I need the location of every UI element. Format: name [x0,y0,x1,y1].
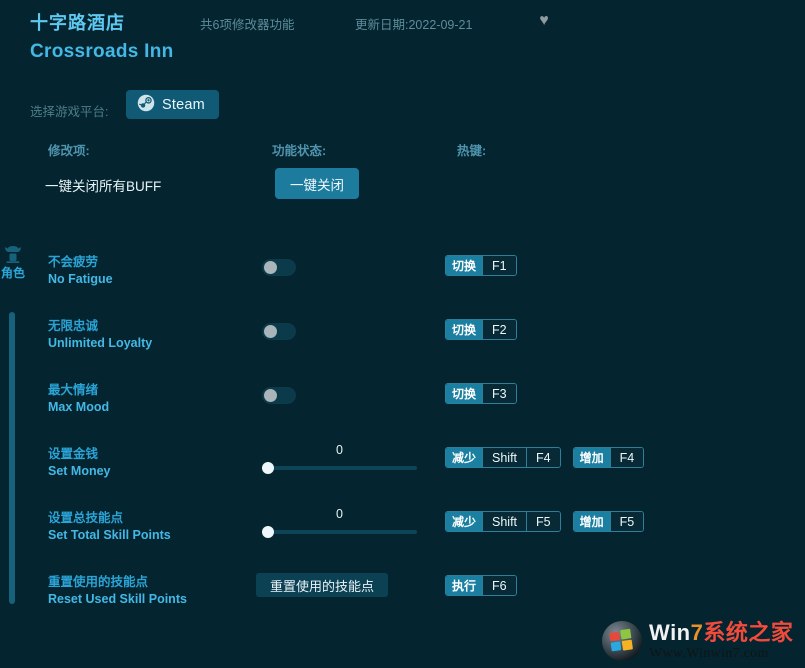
hotkey-key: F3 [482,384,516,403]
watermark: Win7系统之家 Www.Winwin7.com [601,618,801,664]
slider-value: 0 [336,507,343,521]
option-action-button[interactable]: 重置使用的技能点 [256,573,389,597]
column-headers: 修改项: 功能状态: 热键: [0,140,805,160]
hotkey-group[interactable]: 减少 Shift F5 [445,511,561,532]
hotkey-action-label: 减少 [446,512,483,531]
option-label-en: Set Money [48,464,111,478]
hotkey-group-container: 执行 F6 [445,575,517,596]
option-label-cn: 不会疲劳 [48,255,99,269]
hotkey-key: Shift [482,448,527,467]
platform-label: 选择游戏平台: [30,105,109,119]
hotkey-group[interactable]: 切换 F2 [445,319,517,340]
hotkey-key: F1 [482,256,516,275]
option-row: 设置金钱 Set Money 0 减少 Shift F4 增加 F4 [0,435,805,499]
option-labels: 重置使用的技能点 Reset Used Skill Points [48,574,258,608]
option-label-cn: 设置总技能点 [48,511,124,525]
heart-icon[interactable]: ♥ [535,12,553,30]
column-header-option: 修改项: [48,144,90,158]
column-header-hotkey: 热键: [457,144,487,158]
hotkey-group-container: 切换 F2 [445,319,517,340]
one-click-disable-label: 一键关闭所有BUFF [45,179,162,194]
slider-track[interactable] [265,530,417,534]
hotkey-key: F4 [609,448,644,467]
hotkey-action-label: 增加 [573,512,610,531]
option-toggle[interactable] [262,259,296,276]
option-label-cn: 最大情绪 [48,383,99,397]
windows-orb-icon [601,620,643,662]
hotkey-key: F5 [526,512,560,531]
hotkey-group-container: 减少 Shift F5 增加 F5 [445,511,645,532]
platform-steam-button[interactable]: Steam [126,90,219,119]
option-row: 设置总技能点 Set Total Skill Points 0 减少 Shift F5 增加… [0,499,805,563]
slider-thumb[interactable] [262,462,274,474]
option-label-en: Reset Used Skill Points [48,592,187,606]
hotkey-key: F2 [482,320,516,339]
hotkey-key: F6 [482,576,516,595]
option-label-cn: 无限忠诚 [48,319,99,333]
option-row: 无限忠诚 Unlimited Loyalty 切换 F2 [0,307,805,371]
page-title-en: Crossroads Inn [30,41,174,62]
option-label-en: Max Mood [48,400,110,414]
option-slider[interactable]: 0 [262,443,417,477]
option-slider[interactable]: 0 [262,507,417,541]
option-row: 最大情绪 Max Mood 切换 F3 [0,371,805,435]
hotkey-group[interactable]: 增加 F4 [572,447,645,468]
hotkey-group[interactable]: 减少 Shift F4 [445,447,561,468]
platform-selector-row: 选择游戏平台: Steam [0,90,805,130]
option-labels: 无限忠诚 Unlimited Loyalty [48,318,258,352]
platform-steam-label: Steam [162,96,205,113]
hotkey-group-container: 切换 F3 [445,383,517,404]
watermark-sub: Www.Winwin7.com [649,645,769,661]
hotkey-key: Shift [482,512,527,531]
steam-icon [137,94,155,115]
one-click-disable-row: 一键关闭所有BUFF 一键关闭 [0,168,805,216]
option-labels: 设置总技能点 Set Total Skill Points [48,510,258,544]
option-labels: 设置金钱 Set Money [48,446,258,480]
hotkey-action-label: 切换 [446,384,483,403]
option-label-en: Set Total Skill Points [48,528,171,542]
hotkey-group[interactable]: 执行 F6 [445,575,517,596]
toggle-knob [264,261,277,274]
slider-thumb[interactable] [262,526,274,538]
option-label-cn: 重置使用的技能点 [48,575,149,589]
option-labels: 不会疲劳 No Fatigue [48,254,258,288]
option-row: 不会疲劳 No Fatigue 切换 F1 [0,243,805,307]
feature-count: 共6项修改器功能 [200,18,295,32]
hotkey-action-label: 减少 [446,448,483,467]
update-date: 更新日期:2022-09-21 [355,18,473,32]
column-header-status: 功能状态: [272,144,327,158]
watermark-main-2: 7 [690,619,704,645]
options-list: 不会疲劳 No Fatigue 切换 F1 无限忠诚 Unlimited Loyalty 切… [0,243,805,627]
hotkey-action-label: 增加 [573,448,610,467]
watermark-text: Win7系统之家 Www.Winwin7.com [649,619,794,661]
hotkey-group-container: 减少 Shift F4 增加 F4 [445,447,645,468]
hotkey-key: F5 [609,512,644,531]
toggle-knob [264,389,277,402]
hotkey-group[interactable]: 切换 F3 [445,383,517,404]
option-toggle[interactable] [262,323,296,340]
hotkey-group[interactable]: 切换 F1 [445,255,517,276]
option-labels: 最大情绪 Max Mood [48,382,258,416]
one-click-disable-button[interactable]: 一键关闭 [275,168,359,199]
watermark-main-1: Win [649,619,691,645]
hotkey-key: F4 [526,448,560,467]
hotkey-action-label: 切换 [446,320,483,339]
slider-track[interactable] [265,466,417,470]
page-title-cn: 十字路酒店 [30,13,125,33]
slider-value: 0 [336,443,343,457]
hotkey-action-label: 执行 [446,576,483,595]
hotkey-action-label: 切换 [446,256,483,275]
hotkey-group[interactable]: 增加 F5 [572,511,645,532]
hotkey-group-container: 切换 F1 [445,255,517,276]
toggle-knob [264,325,277,338]
option-label-en: Unlimited Loyalty [48,336,153,350]
watermark-main-3: 系统之家 [703,619,794,645]
option-label-cn: 设置金钱 [48,447,99,461]
header: 十字路酒店 共6项修改器功能 更新日期:2022-09-21 ♥ Crossro… [0,0,805,82]
option-toggle[interactable] [262,387,296,404]
option-label-en: No Fatigue [48,272,113,286]
